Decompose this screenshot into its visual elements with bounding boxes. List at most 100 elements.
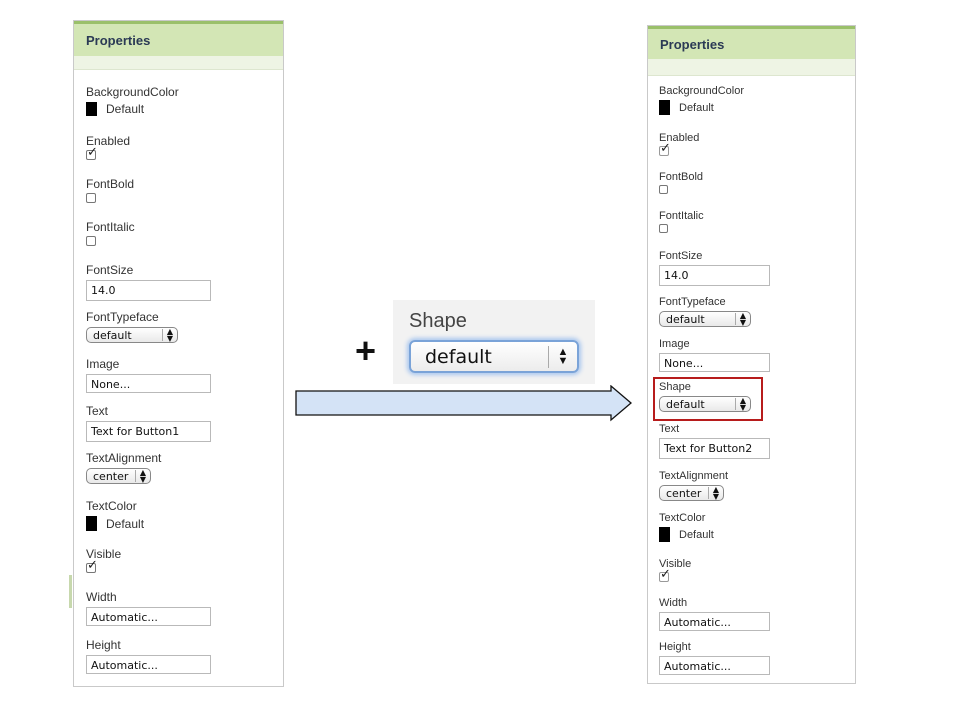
- up-down-arrows-icon: ▲ ▼: [739, 311, 747, 327]
- up-down-arrows-icon: ▲ ▼: [139, 468, 147, 484]
- right-arrow-icon: [295, 385, 633, 422]
- color-value: Default: [679, 101, 714, 114]
- text-input[interactable]: Text for Button2: [659, 438, 770, 459]
- select-value: default: [93, 328, 132, 342]
- prop-label: TextAlignment: [86, 451, 162, 465]
- prop-label: BackgroundColor: [86, 85, 179, 99]
- shape-label: Shape: [409, 310, 467, 332]
- prop-height: Height Automatic...: [86, 638, 211, 674]
- fontitalic-checkbox[interactable]: [659, 224, 668, 233]
- prop-backgroundcolor: BackgroundColor Default: [659, 85, 744, 115]
- prop-text: Text Text for Button1: [86, 404, 211, 442]
- width-picker[interactable]: Automatic...: [659, 612, 770, 631]
- prop-label: FontItalic: [86, 220, 135, 234]
- fontitalic-checkbox[interactable]: [86, 236, 96, 246]
- color-value: Default: [106, 516, 145, 531]
- prop-label: FontSize: [659, 250, 703, 262]
- panel-title: Properties: [648, 26, 855, 59]
- color-picker[interactable]: Default: [659, 100, 744, 115]
- prop-width: Width Automatic...: [86, 590, 211, 626]
- color-swatch: [659, 100, 670, 115]
- enabled-checkbox[interactable]: [86, 145, 98, 160]
- fontbold-checkbox[interactable]: [659, 185, 668, 194]
- prop-label: FontItalic: [659, 210, 704, 222]
- prop-label: Height: [86, 638, 121, 652]
- prop-label: BackgroundColor: [659, 85, 744, 97]
- panel-edge-mark: [69, 575, 72, 608]
- textalignment-select[interactable]: center ▲ ▼: [659, 485, 724, 501]
- prop-label: Image: [86, 357, 120, 371]
- prop-label: Text: [86, 404, 109, 418]
- shape-callout: Shape default ▲ ▼: [393, 300, 595, 384]
- prop-fontitalic: FontItalic: [659, 210, 704, 233]
- select-value: center: [666, 486, 702, 500]
- prop-label: Image: [659, 338, 690, 350]
- color-swatch: [86, 516, 97, 531]
- fontsize-input[interactable]: 14.0: [659, 265, 770, 286]
- prop-backgroundcolor: BackgroundColor Default: [86, 85, 179, 116]
- color-picker[interactable]: Default: [86, 102, 179, 116]
- prop-enabled: Enabled: [659, 132, 699, 156]
- panel-title: Properties: [74, 21, 283, 56]
- select-value: center: [93, 469, 129, 483]
- prop-enabled: Enabled: [86, 134, 130, 160]
- prop-label: Width: [659, 597, 688, 609]
- fontsize-input[interactable]: 14.0: [86, 280, 211, 301]
- prop-image: Image None...: [86, 357, 211, 393]
- fonttypeface-select[interactable]: default ▲ ▼: [86, 327, 178, 343]
- prop-label: FontTypeface: [659, 296, 726, 308]
- color-value: Default: [679, 528, 714, 541]
- prop-label: FontBold: [659, 171, 704, 183]
- prop-fontbold: FontBold: [659, 171, 703, 194]
- panel-header-strip: [74, 56, 283, 70]
- up-down-arrows-icon: ▲ ▼: [166, 327, 174, 343]
- prop-width: Width Automatic...: [659, 597, 770, 631]
- up-down-arrows-icon: ▲ ▼: [557, 345, 569, 367]
- left-properties-panel: Properties BackgroundColor Default Enabl…: [73, 20, 284, 687]
- prop-label: TextAlignment: [659, 470, 729, 482]
- right-properties-panel: Properties BackgroundColor Default Enabl…: [647, 25, 856, 684]
- visible-checkbox[interactable]: [86, 558, 98, 573]
- prop-height: Height Automatic...: [659, 641, 770, 675]
- prop-fontsize: FontSize 14.0: [659, 250, 770, 286]
- prop-fonttypeface: FontTypeface default ▲ ▼: [659, 296, 751, 328]
- prop-textalignment: TextAlignment center ▲ ▼: [86, 451, 161, 485]
- color-picker[interactable]: Default: [86, 516, 144, 531]
- color-swatch: [659, 527, 670, 542]
- fonttypeface-select[interactable]: default ▲ ▼: [659, 311, 751, 327]
- fontbold-checkbox[interactable]: [86, 193, 96, 203]
- prop-textcolor: TextColor Default: [659, 512, 714, 542]
- image-picker[interactable]: None...: [659, 353, 770, 372]
- prop-visible: Visible: [86, 547, 121, 573]
- up-down-arrows-icon: ▲ ▼: [712, 485, 720, 501]
- prop-label: TextColor: [659, 512, 706, 524]
- prop-textalignment: TextAlignment center ▲ ▼: [659, 470, 728, 502]
- textalignment-select[interactable]: center ▲ ▼: [86, 468, 151, 484]
- prop-textcolor: TextColor Default: [86, 499, 144, 531]
- color-swatch: [86, 102, 97, 116]
- prop-label: FontBold: [86, 177, 135, 191]
- text-input[interactable]: Text for Button1: [86, 421, 211, 442]
- shape-highlight-box: [653, 377, 763, 421]
- select-value: default: [425, 345, 492, 368]
- prop-fontsize: FontSize 14.0: [86, 263, 211, 301]
- prop-label: Height: [659, 641, 691, 653]
- visible-checkbox[interactable]: [659, 567, 671, 582]
- height-picker[interactable]: Automatic...: [659, 656, 770, 675]
- panel-header-strip: [648, 59, 855, 76]
- width-picker[interactable]: Automatic...: [86, 607, 211, 626]
- shape-select[interactable]: default ▲ ▼: [409, 340, 579, 373]
- color-value: Default: [106, 102, 145, 116]
- prop-image: Image None...: [659, 338, 770, 372]
- enabled-checkbox[interactable]: [659, 141, 671, 156]
- prop-fonttypeface: FontTypeface default ▲ ▼: [86, 310, 178, 344]
- prop-label: Text: [659, 423, 680, 435]
- plus-sign: +: [355, 330, 377, 371]
- color-picker[interactable]: Default: [659, 527, 714, 542]
- prop-label: FontTypeface: [86, 310, 159, 324]
- arrow-shape: [295, 385, 633, 422]
- height-picker[interactable]: Automatic...: [86, 655, 211, 674]
- prop-fontitalic: FontItalic: [86, 220, 135, 246]
- prop-label: TextColor: [86, 499, 137, 513]
- image-picker[interactable]: None...: [86, 374, 211, 393]
